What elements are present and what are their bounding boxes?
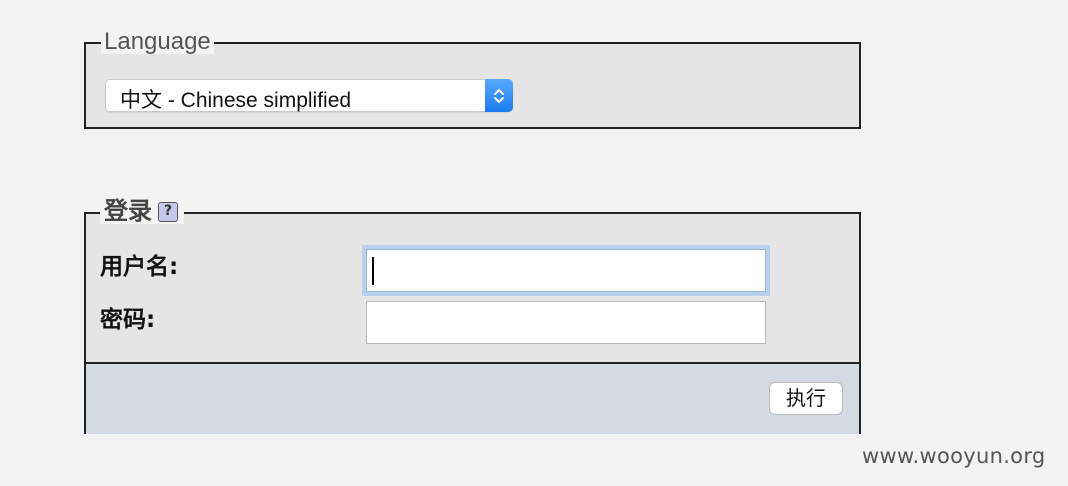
username-label: 用户名:	[100, 254, 179, 280]
language-legend: Language	[101, 30, 214, 54]
page: Language 中文 - Chinese simplified 登录 ? 用户…	[0, 0, 1068, 486]
text-caret	[372, 257, 374, 285]
submit-button[interactable]: 执行	[769, 382, 843, 415]
username-input[interactable]	[366, 249, 766, 292]
watermark: www.wooyun.org	[862, 444, 1046, 468]
language-select[interactable]: 中文 - Chinese simplified	[105, 79, 513, 112]
password-label: 密码:	[100, 307, 156, 333]
login-footer: 执行	[86, 362, 859, 434]
login-fieldset: 登录 ? 用户名: 密码: 执行	[84, 200, 861, 434]
help-icon[interactable]: ?	[158, 202, 178, 222]
language-select-value: 中文 - Chinese simplified	[120, 89, 352, 112]
up-down-chevron-icon[interactable]	[485, 79, 513, 112]
login-legend: 登录 ?	[100, 200, 184, 224]
language-fieldset: Language 中文 - Chinese simplified	[84, 30, 861, 129]
login-legend-text: 登录	[104, 198, 152, 225]
password-input[interactable]	[366, 301, 766, 344]
